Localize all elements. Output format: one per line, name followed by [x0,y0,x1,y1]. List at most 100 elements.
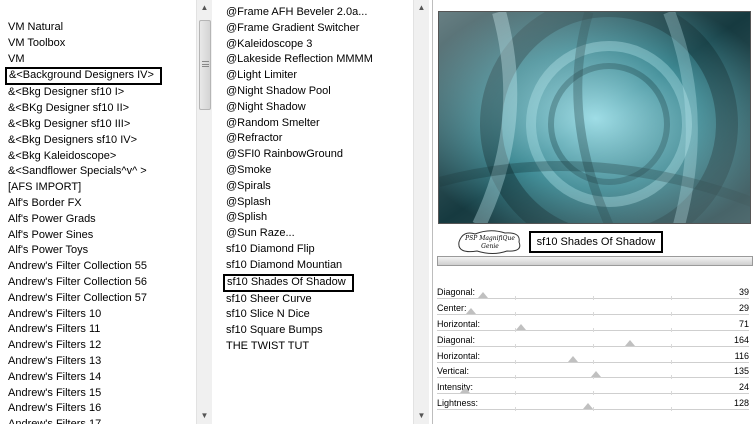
parameter-label: Diagonal: [437,334,476,345]
category-item[interactable]: Alf's Border FX [8,196,162,212]
slider-tick [671,391,672,396]
filter-item[interactable]: sf10 Sheer Curve [226,292,373,308]
parameter-value: 24 [738,382,749,393]
slider-thumb[interactable] [466,307,477,314]
slider-thumb[interactable] [582,403,593,410]
parameter-slider[interactable] [437,323,749,332]
category-item[interactable]: &<Bkg Designer sf10 III> [8,117,162,133]
logo-line1: PSP MagnifiQue [464,235,515,242]
parameter-slider[interactable] [437,371,749,380]
slider-thumb[interactable] [477,292,488,298]
slider-tick [671,359,672,364]
filter-item[interactable]: sf10 Diamond Mountian [226,258,373,274]
category-item[interactable]: [AFS IMPORT] [8,180,162,196]
category-item[interactable]: &<Background Designers IV> [5,67,162,86]
filter-item[interactable]: @Frame AFH Beveler 2.0a... [226,5,373,21]
filter-scrollbar[interactable]: ▲ ▼ [413,0,429,424]
filter-item[interactable]: @Kaleidoscope 3 [226,37,373,53]
category-item[interactable]: Alf's Power Sines [8,228,162,244]
category-item[interactable]: Andrew's Filter Collection 55 [8,259,162,275]
category-item[interactable]: VM Toolbox [8,36,162,52]
filter-item[interactable]: @Spirals [226,179,373,195]
filter-item[interactable]: @Splash [226,195,373,211]
parameter-slider[interactable] [437,339,749,348]
parameter-label: Diagonal: [437,287,476,297]
parameter-slider[interactable] [437,403,749,412]
filter-item[interactable]: @Refractor [226,131,373,147]
slider-tick [593,343,594,348]
category-item[interactable]: Alf's Power Toys [8,243,162,259]
filter-item[interactable]: sf10 Diamond Flip [226,242,373,258]
filter-item[interactable]: @SFI0 RainbowGround [226,147,373,163]
slider-tick [515,375,516,380]
filter-item[interactable]: sf10 Slice N Dice [226,307,373,323]
parameter-row: Vertical: 135 [437,365,749,381]
category-scrollbar[interactable]: ▲ ▼ [196,0,212,424]
slider-tick [671,407,672,412]
filter-item[interactable]: sf10 Square Bumps [226,323,373,339]
genie-logo: PSP MagnifiQue Genie [455,228,525,256]
filter-item[interactable]: @Smoke [226,163,373,179]
filter-item[interactable]: THE TWIST TUT [226,339,373,355]
category-item[interactable]: Andrew's Filters 13 [8,354,162,370]
parameter-value: 29 [738,302,749,313]
parameter-slider[interactable] [437,292,749,300]
filter-item[interactable]: sf10 Shades Of Shadow [223,273,354,292]
category-item[interactable]: Andrew's Filters 16 [8,401,162,417]
slider-tick [515,359,516,364]
slider-tick [515,407,516,412]
filter-item[interactable]: @Frame Gradient Switcher [226,21,373,37]
slider-thumb[interactable] [568,355,579,362]
category-item[interactable]: Alf's Power Grads [8,212,162,228]
parameter-slider[interactable] [437,355,749,364]
category-item[interactable]: VM Natural [8,20,162,36]
category-item[interactable]: Andrew's Filters 12 [8,338,162,354]
category-item[interactable]: &<Sandflower Specials^v^ > [8,164,162,180]
category-item[interactable]: VM [8,52,162,68]
progress-bar [437,256,753,266]
scroll-up-arrow-icon[interactable]: ▲ [414,0,429,16]
category-scroll-thumb[interactable] [199,20,211,110]
parameter-slider[interactable] [437,307,749,316]
scroll-down-arrow-icon[interactable]: ▼ [197,408,212,424]
slider-tick [671,375,672,380]
category-item[interactable]: &<Bkg Designers sf10 IV> [8,133,162,149]
scroll-down-arrow-icon[interactable]: ▼ [414,408,429,424]
filter-item[interactable]: @Lakeside Reflection MMMM [226,52,373,68]
parameter-label: Lightness: [437,398,479,409]
category-item[interactable]: Andrew's Filter Collection 56 [8,275,162,291]
slider-tick [593,359,594,364]
slider-thumb[interactable] [624,339,635,346]
scroll-up-arrow-icon[interactable]: ▲ [197,0,212,16]
parameter-label: Horizontal: [437,350,481,361]
slider-thumb[interactable] [460,387,471,394]
parameter-sliders: Diagonal: 39 Center: 29 Horizontal: 71 Diagona… [437,286,749,413]
filter-item[interactable]: @Night Shadow Pool [226,84,373,100]
category-item[interactable]: Andrew's Filters 15 [8,386,162,402]
filter-item[interactable]: @Sun Raze... [226,226,373,242]
parameter-value: 128 [733,398,749,409]
filter-item[interactable]: @Splish [226,210,373,226]
parameter-row: Center: 29 [437,302,749,318]
logo-line2: Genie [481,243,499,250]
parameter-value: 39 [738,287,749,297]
slider-thumb[interactable] [515,323,526,330]
category-item[interactable]: &<BKg Designer sf10 II> [8,101,162,117]
slider-tick [593,407,594,412]
category-item[interactable]: Andrew's Filters 11 [8,322,162,338]
category-item[interactable]: Andrew's Filters 14 [8,370,162,386]
filter-item[interactable]: @Night Shadow [226,100,373,116]
filter-item[interactable]: @Light Limiter [226,68,373,84]
slider-tick [515,296,516,300]
category-item[interactable]: &<Bkg Designer sf10 I> [8,85,162,101]
category-item[interactable]: Andrew's Filter Collection 57 [8,291,162,307]
filter-item[interactable]: @Random Smelter [226,116,373,132]
parameter-value: 135 [733,366,749,377]
category-item[interactable]: Andrew's Filters 17 [8,417,162,424]
slider-thumb[interactable] [590,371,601,378]
category-item[interactable]: Andrew's Filters 10 [8,307,162,323]
filter-controls-pane: PSP MagnifiQue Genie sf10 Shades Of Shad… [432,0,756,424]
category-pane: VM Natural VM Toolbox VM &<Background Desig… [0,0,196,424]
category-item[interactable]: &<Bkg Kaleidoscope> [8,149,162,165]
parameter-slider[interactable] [437,387,749,396]
